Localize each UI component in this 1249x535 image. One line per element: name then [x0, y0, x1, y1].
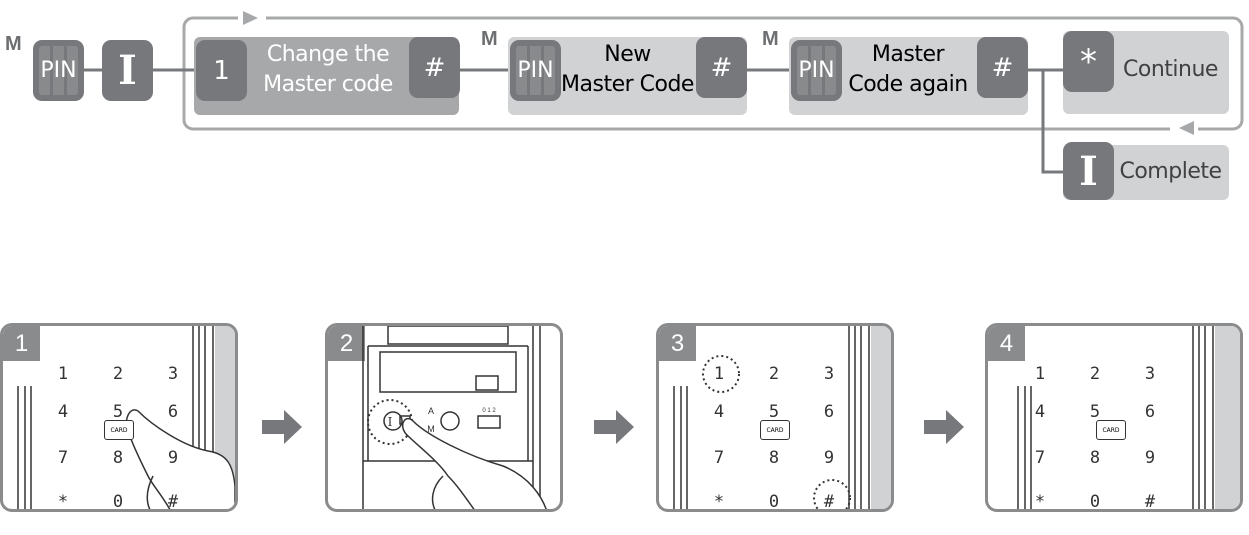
keypad-key: 9: [823, 448, 835, 468]
keypad-key: 2: [768, 364, 780, 384]
arrow-right-icon: [594, 410, 634, 444]
keypad-key: 5: [112, 402, 124, 422]
keypad-key: 3: [1144, 364, 1156, 384]
pin-key: PIN: [510, 40, 561, 101]
keypad-key: 8: [768, 448, 780, 468]
keypad-key: 3: [823, 364, 835, 384]
m-label: M: [5, 33, 22, 55]
keypad-key: 4: [1034, 402, 1046, 422]
panel-3: 3 1 2 3 4 5 6 7 8 9 * 0 # CARD: [656, 323, 894, 512]
keypad-key: 1: [713, 364, 725, 384]
step2-text: New Master Code: [561, 42, 694, 97]
keypad-key: 0: [1089, 492, 1101, 512]
keypad-key: 6: [823, 402, 835, 422]
pin-key: PIN: [791, 40, 842, 101]
keypad-key: 9: [1144, 448, 1156, 468]
pin-key: PIN: [33, 40, 84, 101]
keypad-key: 4: [57, 402, 69, 422]
complete-text: Complete: [1119, 159, 1222, 184]
keypad-key: *: [1034, 492, 1046, 512]
card-reader: CARD: [760, 420, 790, 440]
m-label: M: [762, 28, 779, 50]
i-key: I: [102, 40, 153, 101]
keypad-key: 0: [768, 492, 780, 512]
keypad-key: 5: [1089, 402, 1101, 422]
keypad-key: 7: [57, 448, 69, 468]
arrow-right-icon: [924, 410, 964, 444]
continue-text: Continue: [1123, 57, 1218, 82]
panel-1: 1 1 2 3 4 5 6 7 8 9 * 0 # CARD: [0, 323, 238, 512]
key-1: 1: [196, 40, 247, 101]
keypad-key: 5: [768, 402, 780, 422]
keypad-key: 7: [713, 448, 725, 468]
keypad-key: 2: [1089, 364, 1101, 384]
keypad-key: *: [713, 492, 725, 512]
keypad-key: #: [167, 492, 179, 512]
hash-key: #: [696, 37, 747, 98]
door-lock-illustration: [1017, 326, 1240, 509]
keypad-key: 8: [1089, 448, 1101, 468]
keypad-key: 6: [167, 402, 179, 422]
step1-text: Change the Master code: [263, 42, 393, 97]
i-key: I: [1063, 142, 1114, 200]
step3-text: Master Code again: [848, 42, 968, 97]
keypad-key: 1: [57, 364, 69, 384]
keypad-key: 1: [1034, 364, 1046, 384]
keypad-key: 9: [167, 448, 179, 468]
keypad-key: 0: [112, 492, 124, 512]
card-reader: CARD: [104, 420, 134, 440]
keypad-key: 8: [112, 448, 124, 468]
volume-switch-labels: 0 1 2: [482, 408, 496, 414]
star-key: *: [1063, 31, 1114, 92]
m-label: M: [481, 28, 498, 50]
i-button-label: I: [388, 415, 393, 429]
panel-2: 2 I A M 0 1 2: [325, 323, 563, 512]
panel-4: 4 1 2 3 4 5 6 7 8 9 * 0 # CARD: [985, 323, 1243, 512]
lock-inner-panel-illustration: I A M 0 1 2: [362, 326, 547, 509]
keypad-key: *: [57, 492, 69, 512]
keypad-key: 3: [167, 364, 179, 384]
keypad-key: #: [1144, 492, 1156, 512]
hash-key: #: [977, 37, 1028, 98]
keypad-key: #: [823, 492, 835, 512]
flow-diagram: M PIN I 1 Change the Master code # M PIN …: [0, 0, 1249, 210]
complete-branch: [1041, 70, 1063, 174]
keypad-key: 7: [1034, 448, 1046, 468]
hash-key: #: [409, 37, 460, 98]
arrow-right-icon: [262, 410, 302, 444]
keypad-key: 2: [112, 364, 124, 384]
keypad-key: 4: [713, 402, 725, 422]
mode-a-label: A: [428, 406, 434, 416]
keypad-key: 6: [1144, 402, 1156, 422]
card-reader: CARD: [1096, 420, 1126, 440]
hand-icon: [401, 417, 547, 509]
